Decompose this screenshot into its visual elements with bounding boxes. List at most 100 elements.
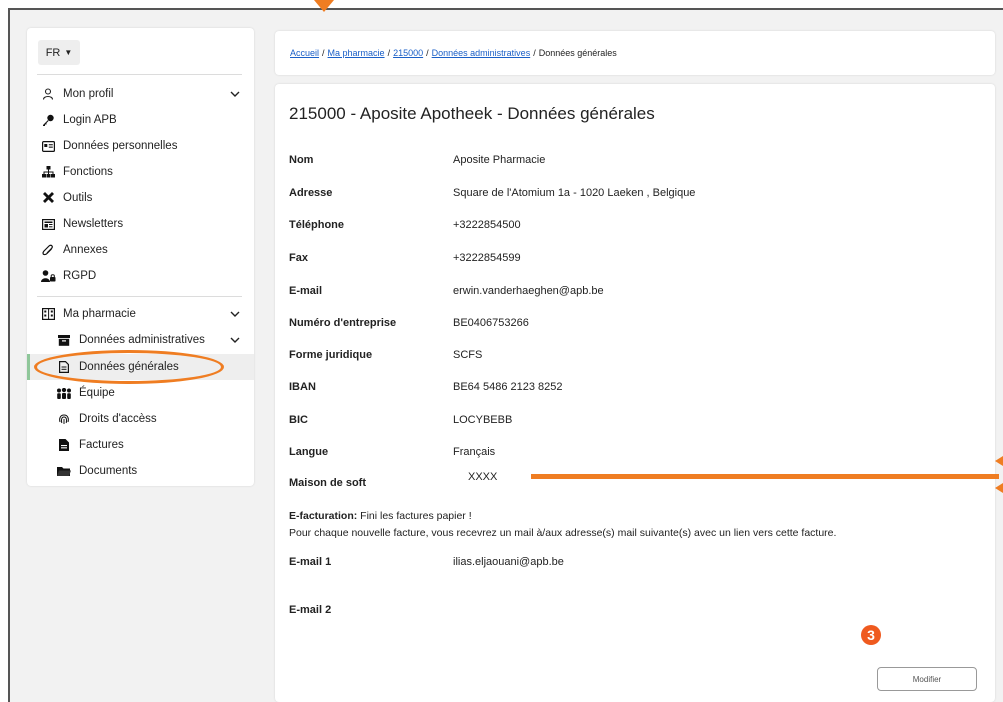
sidebar-divider [37, 296, 242, 297]
sidebar-item-label: Équipe [79, 387, 115, 399]
sidebar-item-label: Annexes [63, 244, 108, 256]
efacturation-notice: E-facturation: Fini les factures papier … [289, 508, 836, 542]
field-value-adresse: Square de l'Atomium 1a - 1020 Laeken , B… [453, 187, 696, 199]
annotation-arrow-notch [995, 456, 1003, 466]
sidebar-item-outils[interactable]: Outils [27, 185, 254, 211]
field-label-email-2: E-mail 2 [289, 604, 332, 616]
sidebar-item-donnees-personnelles[interactable]: Données personnelles [27, 133, 254, 159]
chevron-down-icon [230, 309, 240, 320]
breadcrumb-link-215000[interactable]: 215000 [393, 48, 423, 58]
field-value-maison-de-soft: XXXX [468, 471, 498, 483]
sidebar-item-label: Outils [63, 192, 93, 204]
field-label-email: E-mail [289, 285, 323, 297]
field-value-iban: BE64 5486 2123 8252 [453, 381, 563, 393]
sidebar-section-profile[interactable]: Mon profil [27, 81, 254, 107]
field-label-langue: Langue [289, 446, 329, 458]
breadcrumb-link-ma-pharmacie[interactable]: Ma pharmacie [328, 48, 385, 58]
field-value-email-1: ilias.eljaouani@apb.be [453, 556, 564, 568]
sidebar: FR ▼ Mon profil Login APB Données person… [27, 28, 254, 486]
field-value-bic: LOCYBEBB [453, 414, 513, 426]
sidebar-item-label: Factures [79, 439, 124, 451]
field-label-iban: IBAN [289, 381, 316, 393]
archive-icon [55, 334, 73, 346]
breadcrumb: Accueil / Ma pharmacie / 215000 / Donnée… [275, 31, 995, 75]
field-value-nom: Aposite Pharmacie [453, 154, 546, 166]
building-icon [39, 308, 57, 320]
breadcrumb-separator: / [533, 48, 536, 58]
field-label-fax: Fax [289, 252, 308, 264]
language-label: FR [45, 46, 61, 59]
sidebar-item-label: Droits d'accèss [79, 413, 157, 425]
breadcrumb-separator: / [387, 48, 391, 58]
breadcrumb-separator: / [426, 48, 429, 58]
newspaper-icon [39, 218, 57, 230]
sidebar-item-donnees-generales[interactable]: Données générales [27, 354, 254, 380]
sidebar-item-label: Données personnelles [63, 140, 178, 152]
modify-button[interactable]: Modifier [877, 667, 977, 691]
sidebar-item-fonctions[interactable]: Fonctions [27, 159, 254, 185]
sidebar-section-label: Données administratives [79, 334, 205, 346]
field-value-telephone: +3222854500 [453, 219, 521, 231]
sidebar-item-label: Newsletters [63, 218, 124, 230]
breadcrumb-separator: / [322, 48, 325, 58]
breadcrumb-link-accueil[interactable]: Accueil [290, 48, 319, 58]
sidebar-item-rgpd[interactable]: RGPD [27, 263, 254, 289]
language-dropdown[interactable]: FR ▼ [38, 40, 80, 65]
annotation-arrow-bar [531, 474, 999, 479]
paperclip-icon [39, 244, 57, 256]
field-label-maison-de-soft: Maison de soft [289, 477, 367, 489]
efacturation-line1: Fini les factures papier ! [360, 510, 472, 522]
field-label-numero-entreprise: Numéro d'entreprise [289, 317, 397, 329]
user-lock-icon [39, 270, 57, 282]
sidebar-section-label: Mon profil [63, 88, 114, 100]
caret-down-icon: ▼ [64, 48, 73, 57]
field-value-email: erwin.vanderhaeghen@apb.be [453, 285, 604, 297]
sidebar-item-label: Fonctions [63, 166, 113, 178]
field-value-langue: Français [453, 446, 496, 458]
sidebar-item-login-apb[interactable]: Login APB [27, 107, 254, 133]
efacturation-title: E-facturation: [289, 510, 358, 522]
field-label-bic: BIC [289, 414, 308, 426]
annotation-arrow-top [314, 0, 334, 12]
sidebar-item-equipe[interactable]: Équipe [27, 380, 254, 406]
sidebar-item-factures[interactable]: Factures [27, 432, 254, 458]
annotation-arrow-notch [995, 483, 1003, 493]
chevron-down-icon [230, 89, 240, 100]
fingerprint-icon [55, 413, 73, 425]
invoice-icon [55, 439, 73, 451]
sidebar-item-label: Documents [79, 465, 138, 477]
file-icon [55, 361, 73, 373]
field-label-adresse: Adresse [289, 187, 333, 199]
field-value-forme-juridique: SCFS [453, 349, 483, 361]
general-data-card: 215000 - Aposite Apotheek - Données géné… [275, 84, 995, 702]
key-icon [39, 114, 57, 126]
sidebar-section-label: Ma pharmacie [63, 308, 136, 320]
sitemap-icon [39, 166, 57, 178]
sidebar-section-donnees-administratives[interactable]: Données administratives [27, 327, 254, 353]
field-label-forme-juridique: Forme juridique [289, 349, 373, 361]
sidebar-item-label: Login APB [63, 114, 117, 126]
sidebar-item-label: Données générales [79, 361, 179, 373]
page-title: 215000 - Aposite Apotheek - Données géné… [289, 104, 655, 123]
sidebar-item-label: RGPD [63, 270, 97, 282]
step-number-badge: 3 [861, 625, 881, 645]
chevron-down-icon [230, 335, 240, 346]
id-card-icon [39, 140, 57, 152]
folder-icon [55, 466, 73, 477]
field-label-telephone: Téléphone [289, 219, 345, 231]
sidebar-divider [37, 74, 242, 75]
user-icon [39, 88, 57, 100]
breadcrumb-current: Données générales [538, 48, 617, 58]
sidebar-item-annexes[interactable]: Annexes [27, 237, 254, 263]
sidebar-item-droits-acces[interactable]: Droits d'accèss [27, 406, 254, 432]
tools-icon [39, 191, 57, 205]
field-value-numero-entreprise: BE0406753266 [453, 317, 529, 329]
efacturation-line2: Pour chaque nouvelle facture, vous recev… [289, 527, 837, 539]
sidebar-item-newsletters[interactable]: Newsletters [27, 211, 254, 237]
breadcrumb-link-donnees-administratives[interactable]: Données administratives [432, 48, 531, 58]
sidebar-item-documents[interactable]: Documents [27, 458, 254, 484]
field-label-email-1: E-mail 1 [289, 556, 332, 568]
team-icon [55, 387, 73, 399]
field-value-fax: +3222854599 [453, 252, 521, 264]
sidebar-section-pharmacy[interactable]: Ma pharmacie [27, 301, 254, 327]
